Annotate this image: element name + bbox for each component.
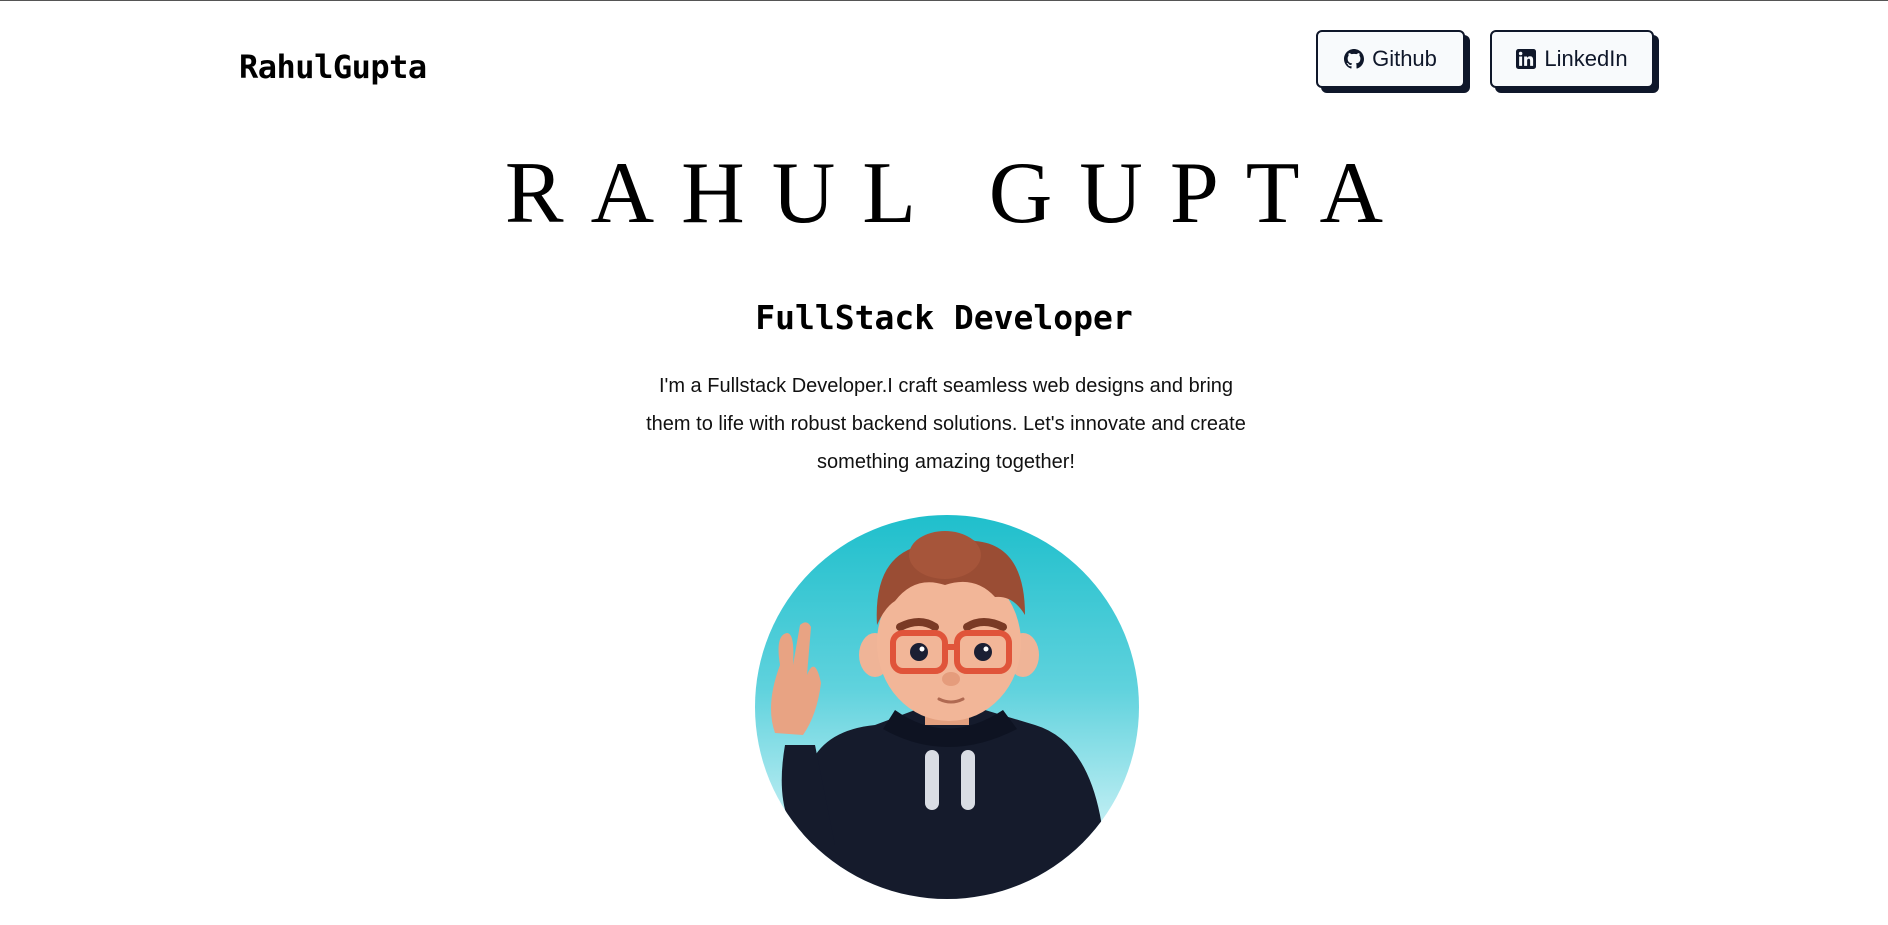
site-brand[interactable]: RahulGupta xyxy=(239,48,427,86)
github-button[interactable]: Github xyxy=(1316,30,1465,88)
hero-name: RAHUL GUPTA xyxy=(504,145,1411,242)
avatar-illustration xyxy=(771,531,1115,899)
linkedin-label: LinkedIn xyxy=(1544,46,1628,71)
bio-text: I'm a Fullstack Developer.I craft seamle… xyxy=(646,375,1246,473)
top-border xyxy=(0,0,1888,1)
avatar xyxy=(755,515,1139,899)
github-icon xyxy=(1344,49,1365,69)
role-title: FullStack Developer xyxy=(755,298,1133,337)
linkedin-button[interactable]: LinkedIn xyxy=(1490,30,1654,88)
linkedin-icon xyxy=(1516,49,1537,69)
github-label: Github xyxy=(1372,46,1437,71)
